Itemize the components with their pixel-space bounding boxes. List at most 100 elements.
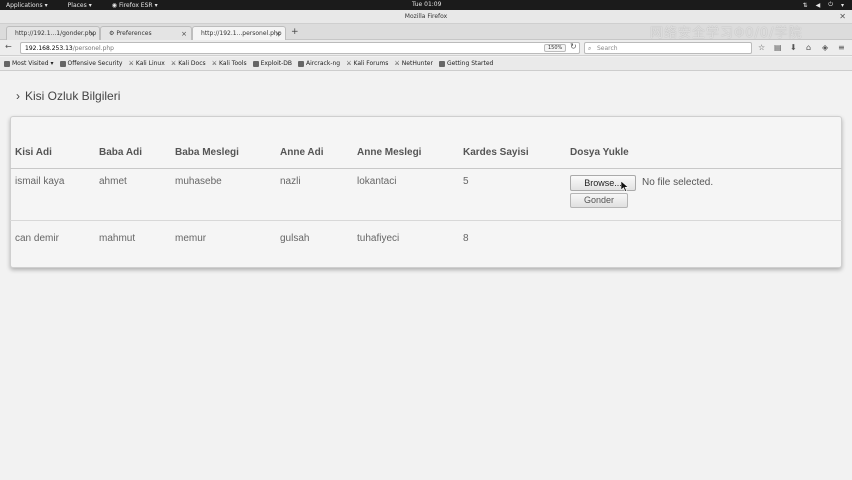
zoom-level[interactable]: 150% [544, 44, 567, 52]
file-status-text: No file selected. [642, 177, 714, 188]
back-arrow-icon[interactable]: ← [5, 42, 12, 51]
volume-icon[interactable]: ◀ [816, 2, 821, 9]
table-cell: mahmut [99, 233, 136, 244]
page-title-text: Kisi Ozluk Bilgileri [25, 89, 121, 103]
bookmark-most-visited[interactable]: Most Visited ▾ [4, 60, 54, 67]
kali-dragon-icon: ⚔ [394, 60, 400, 67]
table-cell: ahmet [99, 176, 127, 187]
search-input[interactable]: ⌕ Search [584, 42, 752, 54]
getting-started-icon [438, 60, 445, 67]
tab-personel[interactable]: http://192.1...personel.php × [192, 26, 286, 40]
applications-menu[interactable]: Applications ▾ [6, 2, 48, 9]
page-content: › Kisi Ozluk Bilgileri Kisi Adi Baba Adi … [0, 72, 852, 480]
table-cell: 5 [463, 176, 469, 187]
page-title: › Kisi Ozluk Bilgileri [16, 89, 120, 103]
system-tray: ⇅ ◀ ⏻ ▾ [803, 0, 844, 10]
row-divider [10, 220, 842, 221]
tab-close-icon[interactable]: × [89, 27, 95, 40]
tab-gonder[interactable]: http://192.1...1/gonder.php × [6, 26, 100, 40]
kali-dragon-icon: ⚔ [211, 60, 218, 67]
table-cell: 8 [463, 233, 469, 244]
bookmark-label: Offensive Security [67, 60, 123, 67]
bookmark-kali-linux[interactable]: ⚔ Kali Linux [128, 60, 164, 67]
kali-dragon-icon: ⚔ [346, 60, 352, 67]
pocket-icon[interactable]: ◈ [822, 43, 828, 52]
bookmark-label: Most Visited [12, 60, 49, 67]
column-header-baba-meslegi: Baba Meslegi [175, 147, 239, 158]
gonder-submit-button[interactable]: Gonder [570, 193, 628, 208]
app-menu-label: Firefox ESR [119, 1, 153, 9]
bookmark-exploit-db[interactable]: Exploit-DB [252, 60, 292, 67]
personnel-table-card [10, 116, 842, 268]
chevron-down-icon: ▾ [44, 1, 48, 9]
close-window-icon[interactable]: ✕ [839, 10, 846, 24]
star-icon[interactable]: ☆ [758, 43, 765, 52]
system-top-bar: Applications ▾ Places ▾ ◉ Firefox ESR ▾ Tue … [0, 0, 852, 10]
offsec-icon [59, 60, 66, 67]
app-menu[interactable]: ◉ Firefox ESR ▾ [112, 2, 158, 9]
mouse-cursor-icon [621, 181, 629, 192]
navigation-bar: ← 192.168.253.13/personel.php 150% ↻ ⌕ S… [0, 40, 852, 56]
places-menu[interactable]: Places ▾ [68, 2, 92, 9]
tab-close-icon[interactable]: × [275, 27, 281, 40]
bookmarks-bar: Most Visited ▾ Offensive Security ⚔ Kali L… [0, 57, 852, 71]
bookmark-label: Exploit-DB [260, 60, 292, 67]
bookmark-kali-forums[interactable]: ⚔ Kali Forums [346, 60, 388, 67]
table-cell: muhasebe [175, 176, 222, 187]
aircrack-icon [298, 60, 304, 67]
url-path: /personel.php [72, 45, 114, 52]
firefox-icon: ◉ [111, 1, 118, 9]
exploit-db-icon [252, 60, 259, 67]
reload-icon[interactable]: ↻ [570, 42, 577, 51]
chevron-down-icon: ▾ [154, 1, 158, 9]
download-icon[interactable]: ⬇ [790, 43, 797, 52]
tab-label: http://192.1...personel.php [201, 30, 282, 37]
bookmark-kali-tools[interactable]: ⚔ Kali Tools [212, 60, 247, 67]
column-header-kisi-adi: Kisi Adi [15, 147, 52, 158]
bookmark-offensive-security[interactable]: Offensive Security [59, 60, 123, 67]
chevron-down-icon: ▾ [50, 60, 54, 67]
column-header-baba-adi: Baba Adi [99, 147, 142, 158]
network-icon[interactable]: ⇅ [803, 2, 808, 9]
tab-close-icon[interactable]: × [181, 27, 187, 40]
bookmark-label: Aircrack-ng [306, 60, 341, 67]
column-header-anne-meslegi: Anne Meslegi [357, 147, 422, 158]
new-tab-button[interactable]: + [291, 27, 299, 37]
kali-dragon-icon: ⚔ [170, 60, 177, 67]
bookmark-label: Kali Forums [353, 60, 389, 67]
folder-icon [4, 60, 10, 67]
url-host: 192.168.253.13 [25, 45, 73, 52]
column-header-anne-adi: Anne Adi [280, 147, 324, 158]
column-header-kardes-sayisi: Kardes Sayisi [463, 147, 529, 158]
chevron-right-icon: › [16, 89, 20, 103]
bookmark-label: NetHunter [401, 60, 433, 67]
tab-preferences[interactable]: ⚙ Preferences × [100, 26, 192, 40]
bookmark-getting-started[interactable]: Getting Started [438, 60, 494, 67]
table-cell: can demir [15, 233, 59, 244]
menu-icon[interactable]: ≡ [838, 43, 845, 52]
bookmark-label: Getting Started [446, 60, 494, 67]
bookmark-kali-docs[interactable]: ⚔ Kali Docs [171, 60, 206, 67]
tab-label: http://192.1...1/gonder.php [15, 30, 97, 37]
kali-dragon-icon: ⚔ [128, 60, 134, 67]
search-icon: ⌕ [588, 45, 592, 52]
url-bar[interactable]: 192.168.253.13/personel.php [20, 42, 580, 54]
bookmark-label: Kali Tools [219, 60, 247, 67]
bookmark-aircrack[interactable]: Aircrack-ng [298, 60, 340, 67]
gear-icon: ⚙ [109, 30, 115, 37]
table-cell: memur [175, 233, 207, 244]
reading-list-icon[interactable]: ▤ [774, 43, 782, 52]
window-title: Mozilla Firefox [404, 13, 448, 20]
clock[interactable]: Tue 01:09 [412, 1, 441, 8]
chevron-down-icon: ▾ [88, 1, 92, 9]
watermark: 网络安全学习Φ0/0/学院 [650, 26, 803, 41]
bookmark-label: Kali Docs [178, 60, 206, 67]
bookmark-label: Kali Linux [135, 60, 165, 67]
table-cell: nazli [280, 176, 301, 187]
power-icon[interactable]: ⏻ [828, 1, 833, 9]
chevron-down-icon[interactable]: ▾ [841, 2, 844, 9]
table-cell: gulsah [280, 233, 310, 244]
table-cell: tuhafiyeci [357, 233, 400, 244]
bookmark-nethunter[interactable]: ⚔ NetHunter [394, 60, 433, 67]
home-icon[interactable]: ⌂ [806, 43, 811, 52]
